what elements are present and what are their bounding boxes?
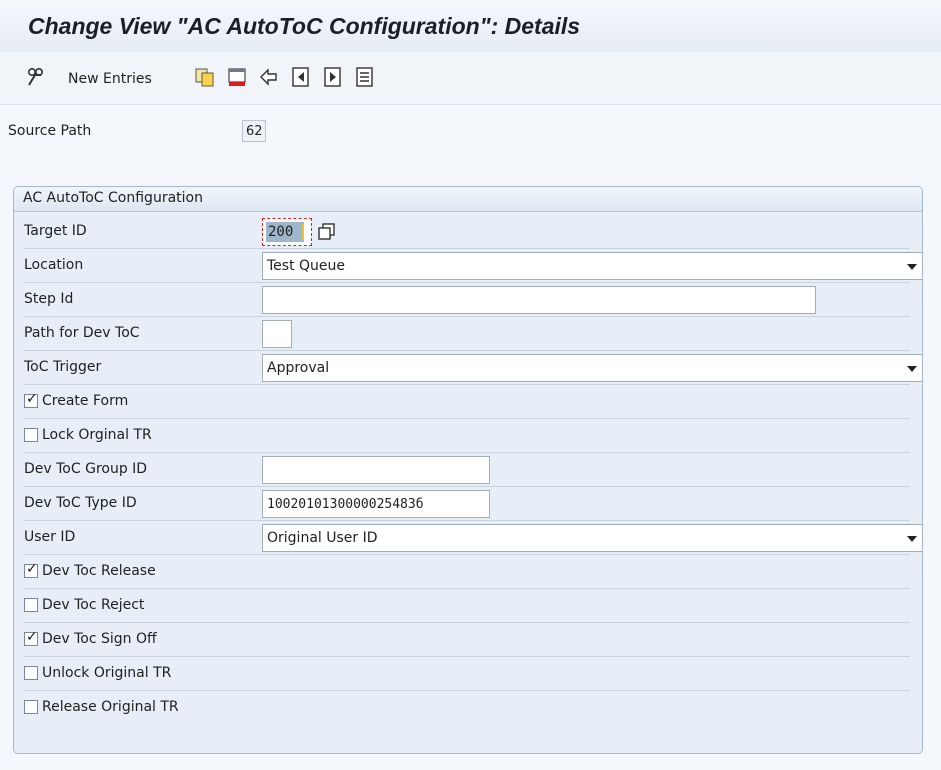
new-entries-label: New Entries bbox=[68, 71, 152, 87]
step-id-input[interactable] bbox=[262, 286, 816, 314]
path-dev-toc-label: Path for Dev ToC bbox=[24, 325, 140, 341]
row-create-form: ✓ Create Form bbox=[24, 385, 910, 419]
source-path-label: Source Path bbox=[8, 123, 92, 139]
dev-toc-sign-off-label: Dev Toc Sign Off bbox=[42, 631, 157, 647]
previous-entry-icon[interactable] bbox=[290, 66, 312, 88]
lock-original-tr-label: Lock Orginal TR bbox=[42, 427, 152, 443]
text-caret bbox=[302, 224, 304, 240]
copy-icon[interactable] bbox=[194, 66, 216, 88]
unlock-original-tr-checkbox[interactable] bbox=[24, 666, 38, 680]
row-dev-toc-sign-off: ✓ Dev Toc Sign Off bbox=[24, 623, 910, 657]
location-value: Test Queue bbox=[267, 258, 346, 274]
user-id-label: User ID bbox=[24, 529, 76, 545]
group-header: AC AutoToC Configuration bbox=[14, 187, 922, 212]
value-help-icon[interactable] bbox=[316, 221, 338, 243]
release-original-tr-label: Release Original TR bbox=[42, 699, 179, 715]
chevron-down-icon[interactable] bbox=[907, 366, 917, 372]
toolbar: New Entries bbox=[0, 52, 941, 105]
dev-toc-type-id-label: Dev ToC Type ID bbox=[24, 495, 137, 511]
dev-toc-release-label: Dev Toc Release bbox=[42, 563, 156, 579]
title-bar: Change View "AC AutoToC Configuration": … bbox=[0, 0, 941, 52]
location-select[interactable]: Test Queue bbox=[262, 252, 922, 280]
toc-trigger-label: ToC Trigger bbox=[24, 359, 102, 375]
undo-icon[interactable] bbox=[258, 66, 280, 88]
checkmark-icon: ✓ bbox=[26, 629, 38, 645]
create-form-label: Create Form bbox=[42, 393, 129, 409]
dev-toc-sign-off-checkbox[interactable]: ✓ bbox=[24, 629, 38, 646]
create-form-checkbox[interactable]: ✓ bbox=[24, 391, 38, 408]
row-dev-toc-release: ✓ Dev Toc Release bbox=[24, 555, 910, 589]
edit-glasses-icon[interactable] bbox=[24, 66, 46, 88]
delete-icon[interactable] bbox=[226, 66, 248, 88]
release-original-tr-checkbox[interactable] bbox=[24, 700, 38, 714]
toc-trigger-select[interactable]: Approval bbox=[262, 354, 922, 382]
chevron-down-icon[interactable] bbox=[907, 536, 917, 542]
row-unlock-original-tr: Unlock Original TR bbox=[24, 657, 910, 691]
row-lock-original-tr: Lock Orginal TR bbox=[24, 419, 910, 453]
toc-trigger-value: Approval bbox=[267, 360, 330, 376]
target-id-label: Target ID bbox=[24, 223, 87, 239]
target-id-value: 200 bbox=[266, 222, 304, 242]
unlock-original-tr-label: Unlock Original TR bbox=[42, 665, 172, 681]
dev-toc-type-id-input[interactable]: 1002010130000025483б bbox=[262, 490, 490, 518]
new-entries-button[interactable]: New Entries bbox=[68, 68, 152, 90]
row-user-id: User ID Original User ID bbox=[24, 521, 922, 555]
select-all-icon[interactable] bbox=[354, 66, 376, 88]
lock-original-tr-checkbox[interactable] bbox=[24, 428, 38, 442]
row-path-dev-toc: Path for Dev ToC bbox=[24, 317, 910, 351]
config-group-box: AC AutoToC Configuration Target ID 200 L… bbox=[13, 186, 923, 754]
row-release-original-tr: Release Original TR bbox=[24, 691, 910, 725]
row-dev-toc-group-id: Dev ToC Group ID bbox=[24, 453, 910, 487]
next-entry-icon[interactable] bbox=[322, 66, 344, 88]
location-label: Location bbox=[24, 257, 84, 273]
dev-toc-group-id-label: Dev ToC Group ID bbox=[24, 461, 148, 477]
row-dev-toc-type-id: Dev ToC Type ID 1002010130000025483б bbox=[24, 487, 910, 521]
checkmark-icon: ✓ bbox=[26, 561, 38, 577]
checkmark-icon: ✓ bbox=[26, 391, 38, 407]
row-step-id: Step Id bbox=[24, 283, 910, 317]
row-toc-trigger: ToC Trigger Approval bbox=[24, 351, 922, 385]
step-id-label: Step Id bbox=[24, 291, 74, 307]
chevron-down-icon[interactable] bbox=[907, 264, 917, 270]
dev-toc-reject-checkbox[interactable] bbox=[24, 598, 38, 612]
target-id-input[interactable]: 200 bbox=[262, 218, 312, 246]
window-title: Change View "AC AutoToC Configuration": … bbox=[28, 13, 581, 39]
user-id-value: Original User ID bbox=[267, 530, 378, 546]
row-location: Location Test Queue bbox=[24, 249, 922, 283]
path-dev-toc-input[interactable] bbox=[262, 320, 292, 348]
user-id-select[interactable]: Original User ID bbox=[262, 524, 922, 552]
row-target-id: Target ID 200 bbox=[24, 215, 910, 249]
dev-toc-reject-label: Dev Toc Reject bbox=[42, 597, 145, 613]
row-dev-toc-reject: Dev Toc Reject bbox=[24, 589, 910, 623]
dev-toc-group-id-input[interactable] bbox=[262, 456, 490, 484]
source-path-value: 62 bbox=[242, 120, 266, 142]
dev-toc-release-checkbox[interactable]: ✓ bbox=[24, 561, 38, 578]
group-title: AC AutoToC Configuration bbox=[23, 190, 203, 206]
